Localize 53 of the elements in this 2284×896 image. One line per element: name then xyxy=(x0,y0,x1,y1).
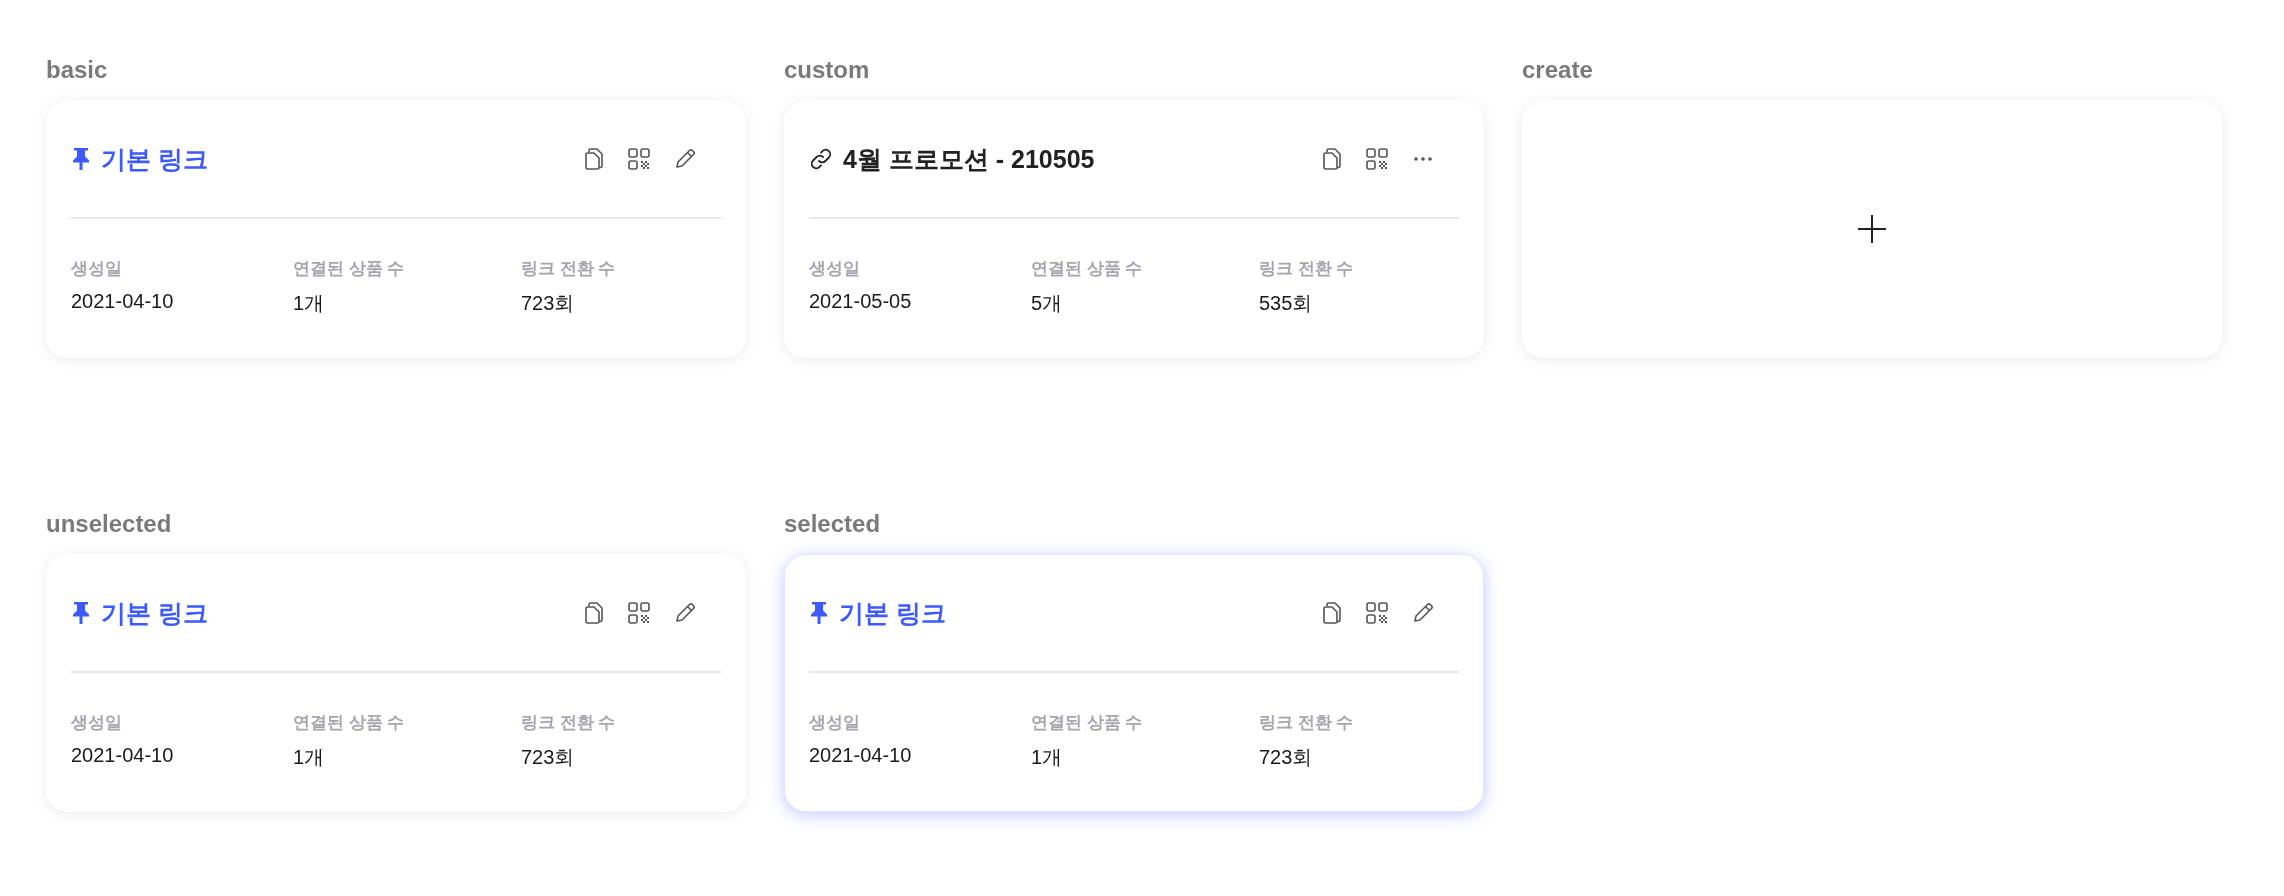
qr-code-icon[interactable] xyxy=(1365,601,1389,625)
link-title: 기본 링크 xyxy=(101,597,208,629)
stat-value: 2021-04-10 xyxy=(809,743,913,767)
stat-value: 723회 xyxy=(521,290,576,316)
stat-value: 2021-04-10 xyxy=(71,289,175,313)
edit-icon[interactable] xyxy=(1411,601,1435,625)
pin-icon xyxy=(809,601,829,625)
stat-label: 생성일 xyxy=(71,257,123,280)
stat-value: 723회 xyxy=(1259,744,1314,770)
edit-icon[interactable] xyxy=(673,601,697,625)
section-label: unselected xyxy=(46,509,173,539)
stat-value: 535회 xyxy=(1259,290,1314,316)
copy-icon[interactable] xyxy=(583,147,605,171)
stat-label: 링크 전환 수 xyxy=(1259,711,1355,734)
link-title: 기본 링크 xyxy=(101,143,208,175)
stat-label: 연결된 상품 수 xyxy=(293,257,406,280)
stat-label: 링크 전환 수 xyxy=(521,257,617,280)
stat-value: 723회 xyxy=(521,744,576,770)
pin-icon xyxy=(71,147,91,171)
stat-label: 연결된 상품 수 xyxy=(293,711,406,734)
copy-icon[interactable] xyxy=(1321,601,1343,625)
stat-value: 1개 xyxy=(1031,744,1064,770)
stat-value: 2021-05-05 xyxy=(809,289,913,313)
copy-icon[interactable] xyxy=(1321,147,1343,171)
stat-label: 생성일 xyxy=(809,257,861,280)
qr-code-icon[interactable] xyxy=(627,601,651,625)
link-card[interactable]: 기본 링크 생성일 2021-04-10 연결된 상품 수 1개 링크 전환 수 723회 xyxy=(784,554,1484,812)
section-label: selected xyxy=(784,509,882,539)
stat-label: 생성일 xyxy=(809,711,861,734)
stat-label: 링크 전환 수 xyxy=(1259,257,1355,280)
stat-value: 5개 xyxy=(1031,290,1064,316)
stat-value: 1개 xyxy=(293,744,326,770)
section-label: create xyxy=(1522,55,1594,85)
plus-icon xyxy=(1857,214,1887,244)
link-card[interactable]: 4월 프로모션 - 210505 생성일 2021-05-05 연결된 상품 수 5개 링크 전환 수 535회 xyxy=(784,100,1484,358)
edit-icon[interactable] xyxy=(673,147,697,171)
stat-value: 2021-04-10 xyxy=(71,743,175,767)
stat-label: 링크 전환 수 xyxy=(521,711,617,734)
link-card[interactable]: 기본 링크 생성일 2021-04-10 연결된 상품 수 1개 링크 전환 수 723회 xyxy=(46,100,746,358)
stat-label: 연결된 상품 수 xyxy=(1031,711,1144,734)
stat-label: 연결된 상품 수 xyxy=(1031,257,1144,280)
link-title: 4월 프로모션 - 210505 xyxy=(843,143,1095,175)
qr-code-icon[interactable] xyxy=(1365,147,1389,171)
section-label: custom xyxy=(784,55,871,85)
stat-value: 1개 xyxy=(293,290,326,316)
copy-icon[interactable] xyxy=(583,601,605,625)
link-card[interactable]: 기본 링크 생성일 2021-04-10 연결된 상품 수 1개 링크 전환 수 723회 xyxy=(46,554,746,812)
link-title: 기본 링크 xyxy=(839,597,946,629)
pin-icon xyxy=(71,601,91,625)
stat-label: 생성일 xyxy=(71,711,123,734)
qr-code-icon[interactable] xyxy=(627,147,651,171)
section-label: basic xyxy=(46,55,109,85)
link-icon xyxy=(809,147,833,171)
